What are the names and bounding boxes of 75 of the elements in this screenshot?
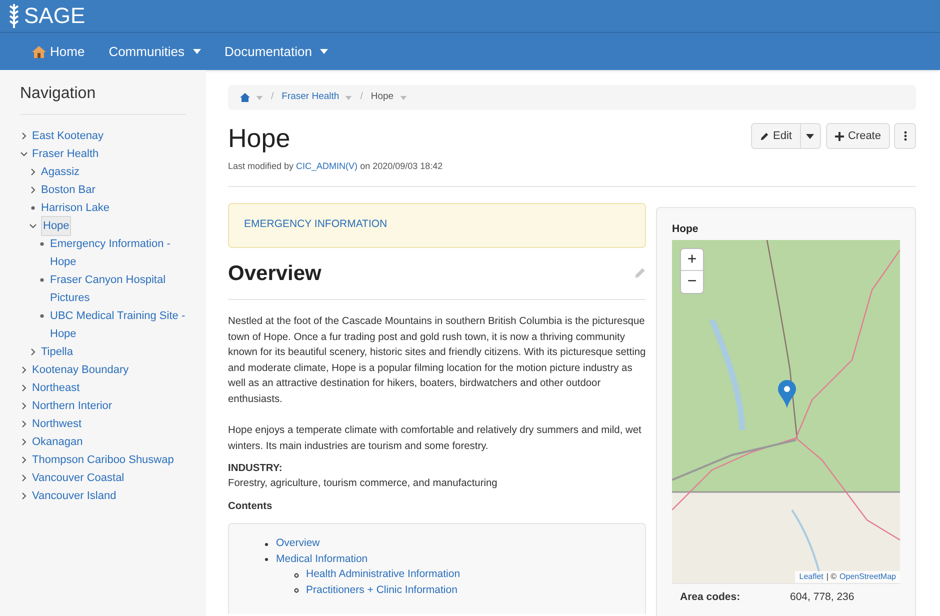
caret-icon	[320, 49, 328, 54]
zoom-in-button[interactable]: +	[681, 249, 703, 272]
page-title: Hope	[228, 122, 292, 154]
paragraph: Hope enjoys a temperate climate with comfortable and relatively dry summers and mild, wet winters. Its main industries are tourism and some forestry.	[228, 424, 642, 454]
edit-button[interactable]: Edit	[751, 123, 801, 149]
tree-link[interactable]: UBC Medical Training Site - Hope	[50, 307, 186, 343]
caret-icon	[806, 134, 814, 138]
paragraph: Nestled at the foot of the Cascade Mountains in southern British Columbia is the picturesque town of Hope. Once a fur trading post and gold rush town, it is now a thriving community known for its beautiful scenery, historic sites and friendly citizens. With its picturesque setting and moderate climate, Hope is a popular filming location for the motion picture industry as well as an attractive destination for hikers, boaters, birdwatchers and other outdoor enthusiasts.	[228, 315, 646, 406]
bullet-icon	[38, 312, 46, 320]
sidebar-title: Navigation	[20, 82, 186, 115]
tree-link[interactable]: Boston Bar	[41, 181, 96, 199]
tree-link[interactable]: Northwest	[32, 415, 82, 433]
bullet-icon	[38, 276, 46, 284]
home-icon	[240, 93, 250, 102]
openstreetmap-link[interactable]: OpenStreetMap	[840, 571, 896, 584]
attribution-separator: | ©	[826, 571, 837, 584]
map-marker-icon	[778, 380, 796, 408]
tree-link[interactable]: Harrison Lake	[41, 199, 110, 217]
nav-link[interactable]: Communities	[100, 38, 209, 66]
tree-link[interactable]: Okanagan	[32, 433, 83, 451]
nav-link[interactable]: Home	[24, 38, 93, 66]
breadcrumb-link[interactable]: Hope	[370, 90, 394, 105]
breadcrumb-separator: /	[360, 90, 363, 104]
leaflet-link[interactable]: Leaflet	[799, 571, 824, 584]
contents-heading: Contents	[228, 500, 274, 514]
more-options-button[interactable]	[894, 123, 916, 149]
modified-info: Last modified by CIC_ADMIN(V) on 2020/09/03 18:42	[228, 160, 443, 173]
contents-link[interactable]: Health Administrative Information	[306, 567, 460, 583]
tree-link[interactable]: Thompson Cariboo Shuswap	[32, 451, 174, 469]
tree-link[interactable]: Tipella	[41, 343, 73, 361]
tree-link[interactable]: Northeast	[32, 379, 80, 397]
bullet-icon	[29, 204, 37, 212]
plus-icon	[834, 132, 844, 140]
tree-link[interactable]: Fraser Canyon Hospital Pictures	[50, 271, 186, 307]
tree-link[interactable]: Northern Interior	[32, 397, 112, 415]
emergency-link[interactable]: EMERGENCY INFORMATION	[244, 217, 388, 233]
info-value: 604, 778, 236	[790, 590, 854, 606]
dropdown-toggle-button[interactable]	[800, 123, 821, 149]
tree-link[interactable]: East Kootenay	[32, 127, 104, 145]
breadcrumb-separator: /	[271, 90, 274, 104]
bullet-icon	[294, 588, 299, 594]
tree-link[interactable]: Emergency Information - Hope	[50, 235, 186, 271]
tree-link[interactable]: Vancouver Coastal	[32, 469, 124, 487]
info-label: Area codes:	[680, 590, 742, 606]
zoom-out-button[interactable]: −	[681, 271, 703, 294]
tree-link[interactable]: Fraser Health	[32, 145, 99, 163]
user-link[interactable]: CIC_ADMIN(V)	[296, 161, 358, 171]
caret-icon	[400, 96, 407, 100]
tree-link[interactable]: Vancouver Island	[32, 487, 116, 505]
industry-text: Forestry, agriculture, tourism commerce, and manufacturing	[228, 477, 498, 491]
tree-link[interactable]: Hope	[41, 216, 72, 236]
section-heading: Overview	[228, 260, 322, 286]
bullet-icon	[264, 557, 269, 562]
logo-text: SAGE	[24, 5, 86, 27]
wheat-logo-icon	[8, 3, 20, 29]
tree-link[interactable]: Kootenay Boundary	[32, 361, 129, 379]
contents-link[interactable]: Overview	[276, 536, 320, 552]
house-icon	[32, 46, 46, 58]
caret-icon	[256, 96, 263, 100]
info-title: Hope	[672, 222, 700, 236]
bullet-icon	[264, 542, 269, 547]
pencil-icon	[634, 267, 646, 280]
contents-link[interactable]: Practitioners + Clinic Information	[306, 582, 458, 598]
industry-label: INDUSTRY:	[228, 462, 284, 476]
contents-link[interactable]: Medical Information	[276, 552, 368, 568]
caret-icon	[192, 49, 201, 54]
vertical-dots-icon	[904, 131, 906, 141]
breadcrumb-link[interactable]: Fraser Health	[282, 90, 340, 105]
pencil-icon	[760, 132, 769, 140]
tree-link[interactable]: Agassiz	[41, 163, 80, 181]
create-button[interactable]: Create	[826, 123, 890, 149]
nav-link[interactable]: Documentation	[216, 38, 336, 66]
caret-icon	[345, 96, 352, 100]
bullet-icon	[38, 240, 46, 248]
bullet-icon	[294, 572, 299, 578]
